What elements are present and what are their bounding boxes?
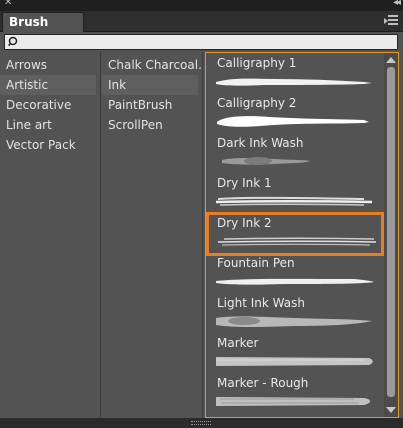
brush-label: Calligraphy 2 <box>217 96 297 110</box>
brush-list: Calligraphy 1 Calligraphy 2 Dark Ink Was… <box>205 52 399 418</box>
subcategory-item[interactable]: ScrollPen <box>102 115 202 135</box>
panel-footer <box>0 418 403 428</box>
close-icon[interactable]: ✕ <box>4 0 12 8</box>
brush-item[interactable]: Fountain Pen <box>206 253 398 293</box>
tab-bar: Brush Library <box>0 11 403 48</box>
category-item[interactable]: Line art <box>0 115 100 135</box>
brush-stroke-preview <box>216 78 372 86</box>
resize-grip-icon[interactable] <box>191 421 211 425</box>
brush-stroke-preview <box>216 316 372 327</box>
brush-item[interactable]: Calligraphy 1 <box>206 53 398 93</box>
brush-item[interactable]: Dark Ink Wash <box>206 133 398 173</box>
search-toolbar <box>0 32 403 52</box>
panel-menu-icon[interactable] <box>384 15 398 27</box>
window-title-bar: ✕ ◂◂ <box>0 0 403 11</box>
brush-label: Dry Ink 1 <box>217 176 272 190</box>
brush-label: Light Ink Wash <box>217 296 305 310</box>
scrollbar-thumb[interactable] <box>387 67 395 397</box>
brush-item[interactable]: Dry Ink 1 <box>206 173 398 213</box>
tab-brush-library[interactable]: Brush Library <box>2 12 84 48</box>
brush-item[interactable]: Calligraphy 2 <box>206 93 398 133</box>
subcategory-item[interactable]: Chalk Charcoal... <box>102 55 202 75</box>
browser-columns: Arrows Artistic Decorative Line art Vect… <box>0 52 403 418</box>
scroll-down-arrow-icon[interactable] <box>386 407 396 413</box>
brush-label: Dark Ink Wash <box>217 136 304 150</box>
search-box <box>4 34 398 50</box>
brush-stroke-preview <box>216 357 373 366</box>
subcategory-item[interactable]: PaintBrush <box>102 95 202 115</box>
brush-item[interactable]: Marker <box>206 333 398 373</box>
brush-label: Marker - Rough <box>217 376 309 390</box>
brush-stroke-preview <box>216 397 370 406</box>
brush-stroke-preview <box>216 278 374 285</box>
brush-stroke-preview <box>222 157 310 165</box>
category-item[interactable]: Artistic <box>0 75 96 95</box>
brush-stroke-preview <box>217 116 369 127</box>
category-item[interactable]: Decorative <box>0 95 100 115</box>
brush-label: Calligraphy 1 <box>217 56 297 70</box>
category-column: Arrows Artistic Decorative Line art Vect… <box>0 52 101 418</box>
subcategory-column: Chalk Charcoal... Ink PaintBrush ScrollP… <box>102 52 203 418</box>
collapse-panel-icon[interactable]: ◂◂ <box>393 0 401 8</box>
category-item[interactable]: Arrows <box>0 55 100 75</box>
brush-item[interactable]: Dry Ink 2 <box>206 212 398 256</box>
search-input[interactable] <box>23 35 393 49</box>
brush-label: Marker <box>217 336 259 350</box>
brush-label: Fountain Pen <box>217 256 295 270</box>
scrollbar[interactable] <box>384 53 398 417</box>
brush-item[interactable]: Marker - Rough <box>206 373 398 413</box>
subcategory-item[interactable]: Ink <box>102 75 198 95</box>
category-item[interactable]: Vector Pack <box>0 135 100 155</box>
search-icon <box>8 36 18 47</box>
brush-label: Dry Ink 2 <box>217 216 272 230</box>
brush-item[interactable]: Light Ink Wash <box>206 293 398 333</box>
scroll-up-arrow-icon[interactable] <box>386 57 396 63</box>
brush-stroke-preview <box>215 196 373 206</box>
brush-stroke-preview <box>217 237 377 246</box>
